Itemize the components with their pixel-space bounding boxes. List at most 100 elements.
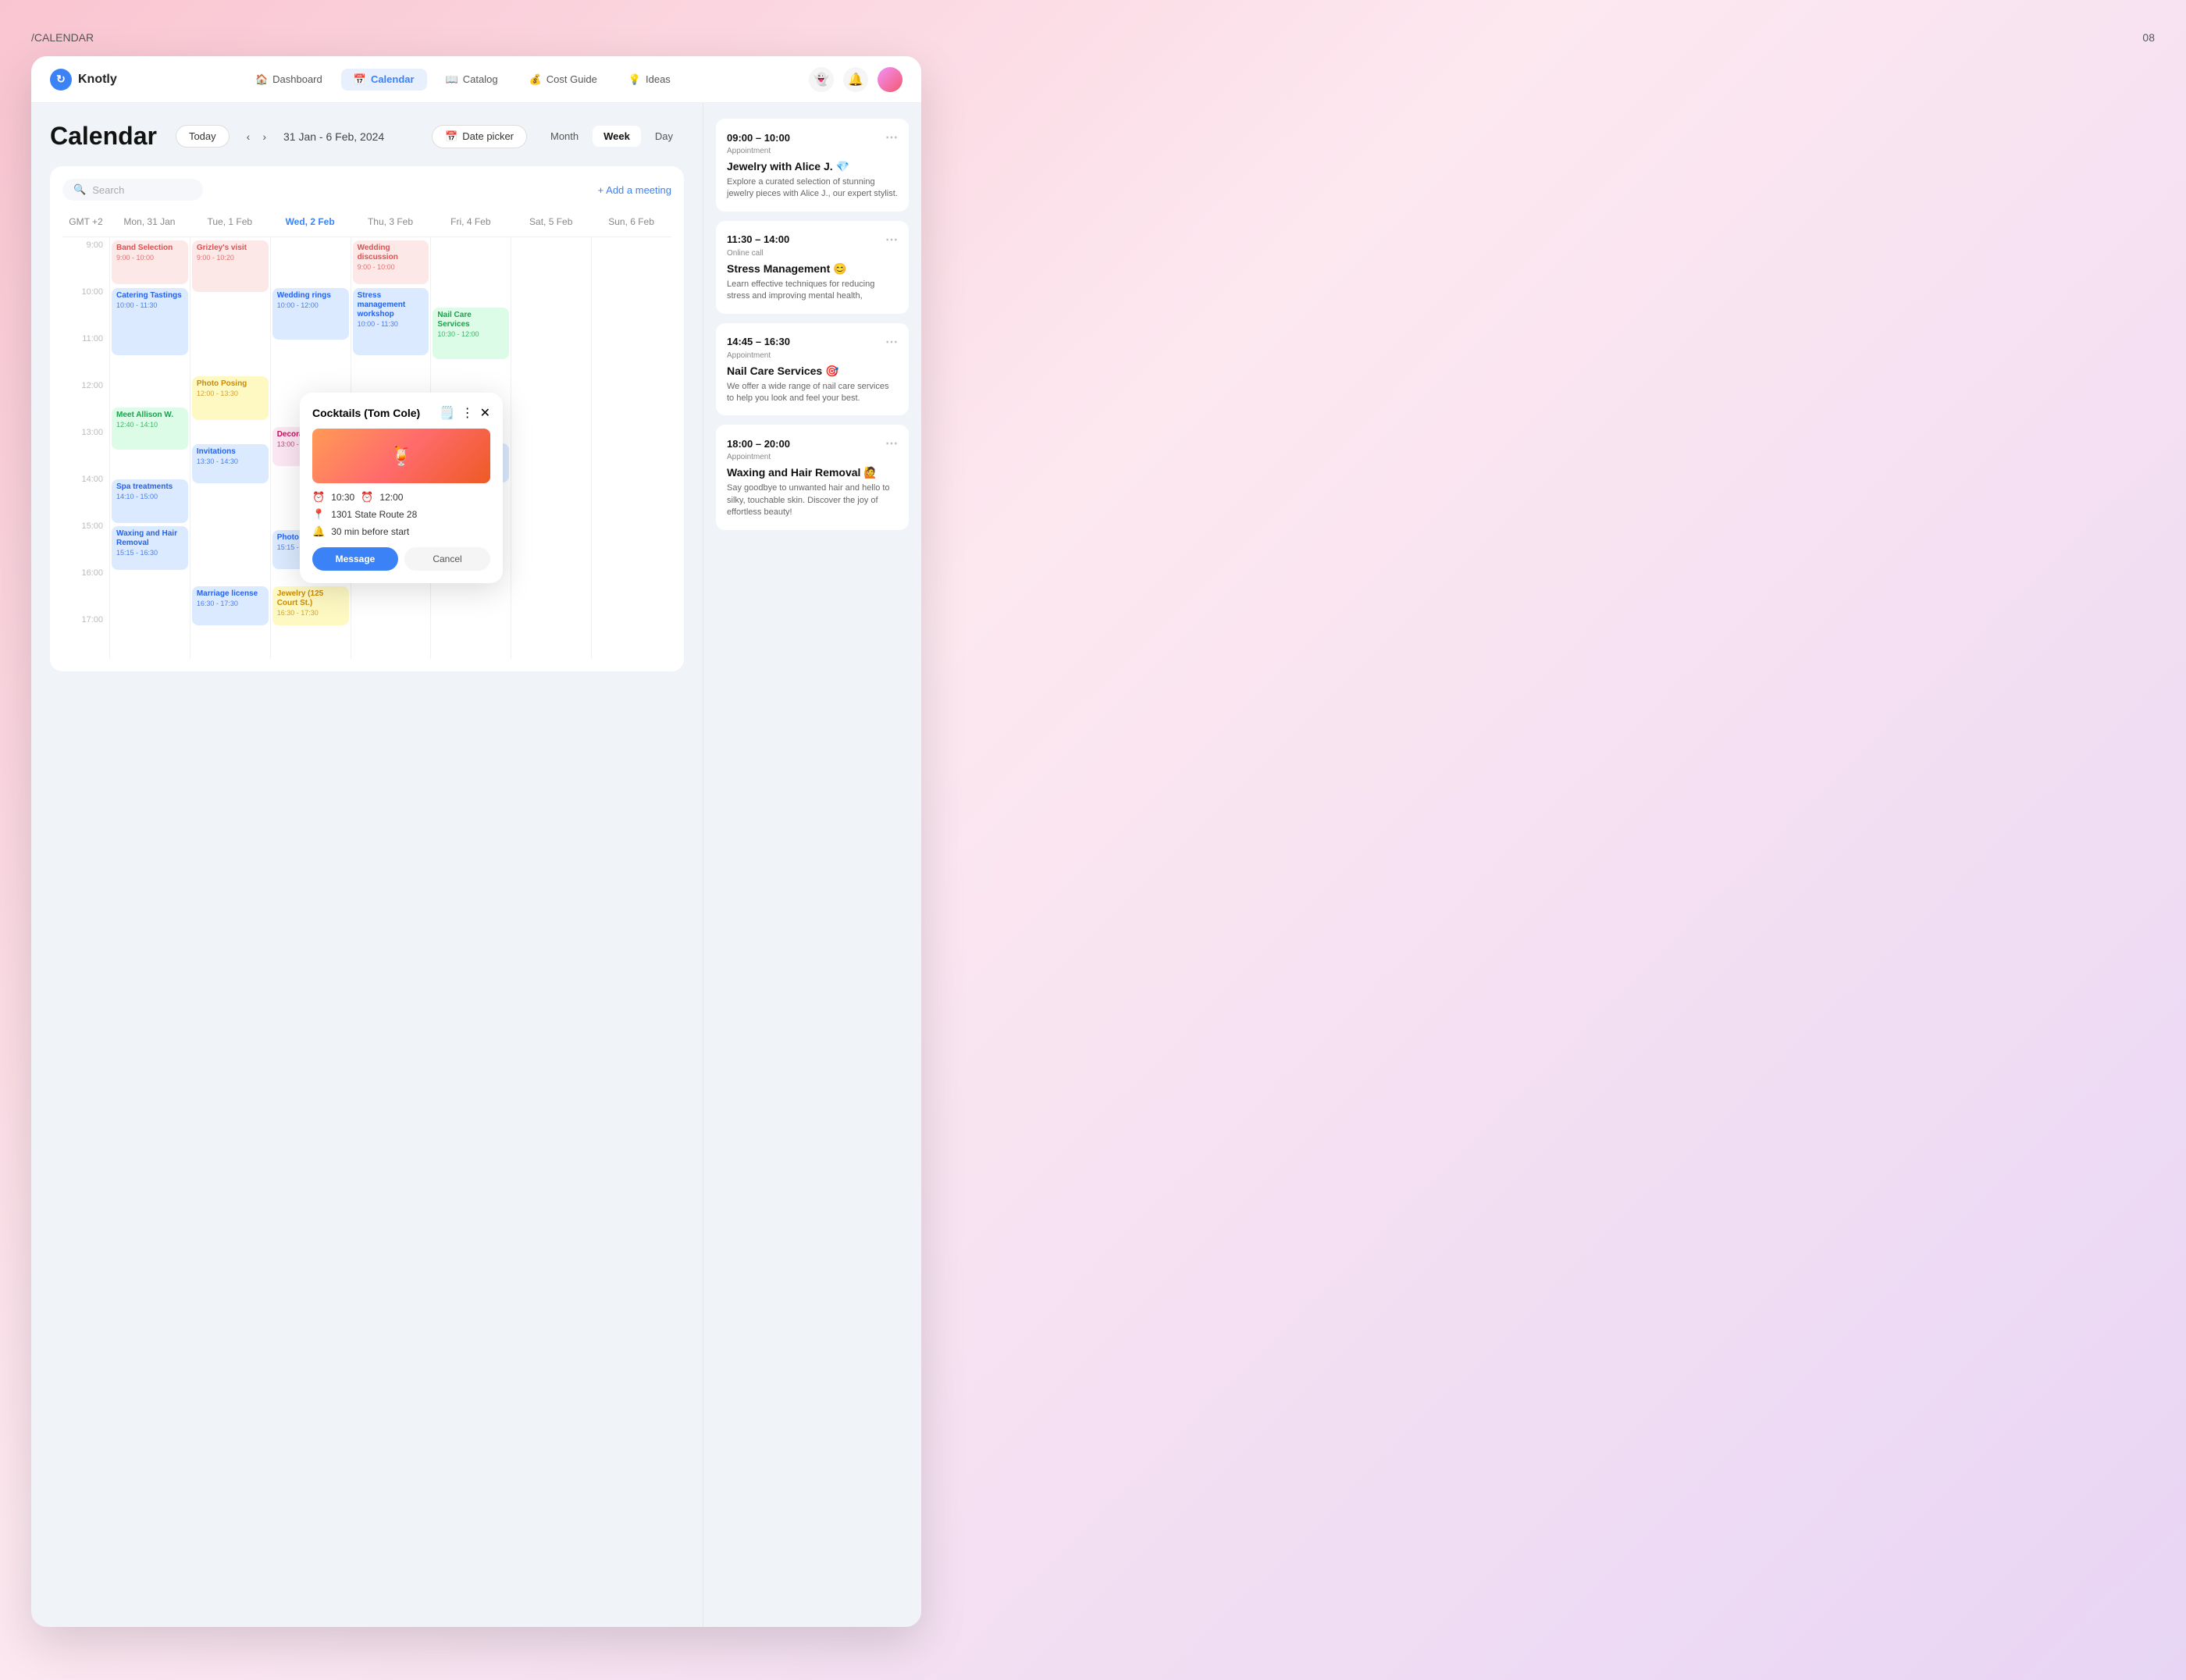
next-button[interactable]: › bbox=[258, 127, 271, 146]
brand-icon: ↻ bbox=[50, 69, 72, 91]
tab-week[interactable]: Week bbox=[593, 126, 641, 147]
popup-location-row: 📍 1301 State Route 28 bbox=[312, 508, 490, 521]
time-column: 9:00 10:00 11:00 12:00 13:00 14:00 15:00… bbox=[62, 237, 109, 659]
popup-time-row: ⏰ 10:30 ⏰ 12:00 bbox=[312, 491, 490, 504]
event-invitations[interactable]: Invitations 13:30 - 14:30 bbox=[192, 444, 269, 483]
popup-image: 🍹 bbox=[312, 429, 490, 483]
bell-icon: 🔔 bbox=[312, 525, 325, 538]
event-jewelry-court[interactable]: Jewelry (125 Court St.) 16:30 - 17:30 bbox=[272, 586, 349, 625]
panel-event-3: 18:00 – 20:00 ⋯ Appointment Waxing and H… bbox=[716, 425, 909, 529]
page-number: 08 bbox=[2142, 31, 2155, 44]
panel-event-desc-0: Explore a curated selection of stunning … bbox=[727, 176, 898, 201]
nav-cost-guide[interactable]: 💰 Cost Guide bbox=[517, 69, 610, 91]
search-box[interactable]: 🔍 Search bbox=[62, 179, 203, 201]
panel-event-time-2: 14:45 – 16:30 ⋯ bbox=[727, 334, 898, 350]
grid-header: GMT +2 Mon, 31 Jan Tue, 1 Feb Wed, 2 Feb… bbox=[62, 213, 671, 237]
panel-event-title-1: Stress Management 😊 bbox=[727, 262, 898, 276]
event-wedding-rings[interactable]: Wedding rings 10:00 - 12:00 bbox=[272, 288, 349, 340]
calendar-title: Calendar bbox=[50, 122, 157, 151]
event-waxing[interactable]: Waxing and Hair Removal 15:15 - 16:30 bbox=[112, 526, 188, 570]
time-16: 16:00 bbox=[62, 565, 109, 612]
clock-end-icon: ⏰ bbox=[361, 491, 373, 504]
panel-event-time-0: 09:00 – 10:00 ⋯ bbox=[727, 130, 898, 145]
main-content: Calendar Today ‹ › 31 Jan - 6 Feb, 2024 … bbox=[31, 103, 921, 1627]
popup-actions: 🗒️ ⋮ ✕ bbox=[440, 405, 490, 421]
ghost-icon[interactable]: 👻 bbox=[809, 67, 834, 92]
popup-reminder-row: 🔔 30 min before start bbox=[312, 525, 490, 538]
add-meeting-button[interactable]: + Add a meeting bbox=[598, 184, 671, 196]
nav-calendar[interactable]: 📅 Calendar bbox=[341, 69, 427, 91]
nav-catalog[interactable]: 📖 Catalog bbox=[433, 69, 511, 91]
avatar[interactable] bbox=[878, 67, 903, 92]
tab-day[interactable]: Day bbox=[644, 126, 684, 147]
copy-icon[interactable]: 🗒️ bbox=[440, 405, 455, 421]
popup-time-end: 12:00 bbox=[379, 492, 403, 503]
panel-event-title-2: Nail Care Services 🎯 bbox=[727, 365, 898, 378]
close-icon[interactable]: ✕ bbox=[480, 405, 490, 421]
date-picker-button[interactable]: 📅 Date picker bbox=[432, 125, 527, 148]
panel-event-title-0: Jewelry with Alice J. 💎 bbox=[727, 160, 898, 173]
time-14: 14:00 bbox=[62, 472, 109, 518]
event-spa[interactable]: Spa treatments 14:10 - 15:00 bbox=[112, 479, 188, 523]
panel-event-type-1: Online call bbox=[727, 249, 898, 258]
day-col-sat bbox=[511, 237, 591, 659]
time-17: 17:00 bbox=[62, 612, 109, 659]
gmt-label: GMT +2 bbox=[62, 213, 109, 230]
today-button[interactable]: Today bbox=[176, 125, 230, 148]
event-photo-posing[interactable]: Photo Posing 12:00 - 13:30 bbox=[192, 376, 269, 420]
panel-event-type-0: Appointment bbox=[727, 147, 898, 155]
panel-event-time-1: 11:30 – 14:00 ⋯ bbox=[727, 232, 898, 247]
event-wedding-discussion[interactable]: Wedding discussion 9:00 - 10:00 bbox=[353, 240, 429, 284]
popup-reminder: 30 min before start bbox=[331, 526, 409, 537]
day-header-2: Wed, 2 Feb bbox=[270, 213, 351, 230]
panel-event-0: 09:00 – 10:00 ⋯ Appointment Jewelry with… bbox=[716, 119, 909, 212]
event-popup: Cocktails (Tom Cole) 🗒️ ⋮ ✕ 🍹 ⏰ 10:30 ⏰ … bbox=[300, 393, 503, 583]
tab-month[interactable]: Month bbox=[539, 126, 589, 147]
event-grizley[interactable]: Grizley's visit 9:00 - 10:20 bbox=[192, 240, 269, 292]
popup-location: 1301 State Route 28 bbox=[331, 509, 417, 520]
time-13: 13:00 bbox=[62, 425, 109, 472]
panel-event-desc-2: We offer a wide range of nail care servi… bbox=[727, 381, 898, 405]
event-stress-mgmt[interactable]: Stress management workshop 10:00 - 11:30 bbox=[353, 288, 429, 355]
popup-title: Cocktails (Tom Cole) bbox=[312, 407, 420, 419]
nav-dashboard[interactable]: 🏠 Dashboard bbox=[243, 69, 335, 91]
message-button[interactable]: Message bbox=[312, 547, 398, 571]
more-options-3[interactable]: ⋯ bbox=[885, 436, 898, 451]
brand-name: Knotly bbox=[78, 73, 117, 87]
date-range: 31 Jan - 6 Feb, 2024 bbox=[283, 130, 384, 143]
more-options-1[interactable]: ⋯ bbox=[885, 232, 898, 247]
event-meet-allison[interactable]: Meet Allison W. 12:40 - 14:10 bbox=[112, 408, 188, 450]
notification-icon[interactable]: 🔔 bbox=[843, 67, 868, 92]
event-band-selection[interactable]: Band Selection 9:00 - 10:00 bbox=[112, 240, 188, 284]
more-icon[interactable]: ⋮ bbox=[461, 405, 474, 421]
nav-ideas[interactable]: 💡 Ideas bbox=[616, 69, 683, 91]
panel-event-time-3: 18:00 – 20:00 ⋯ bbox=[727, 436, 898, 451]
brand[interactable]: ↻ Knotly bbox=[50, 69, 117, 91]
view-tabs: Month Week Day bbox=[539, 126, 684, 147]
nav-right: 👻 🔔 bbox=[809, 67, 903, 92]
right-panel: 09:00 – 10:00 ⋯ Appointment Jewelry with… bbox=[703, 103, 921, 1627]
calendar-area: Calendar Today ‹ › 31 Jan - 6 Feb, 2024 … bbox=[31, 103, 703, 1627]
panel-event-1: 11:30 – 14:00 ⋯ Online call Stress Manag… bbox=[716, 221, 909, 314]
nav-links: 🏠 Dashboard 📅 Calendar 📖 Catalog 💰 Cost … bbox=[142, 69, 784, 91]
event-catering[interactable]: Catering Tastings 10:00 - 11:30 bbox=[112, 288, 188, 355]
time-12: 12:00 bbox=[62, 378, 109, 425]
day-header-6: Sun, 6 Feb bbox=[591, 213, 671, 230]
popup-buttons: Message Cancel bbox=[312, 547, 490, 571]
more-options-2[interactable]: ⋯ bbox=[885, 334, 898, 350]
day-col-sun bbox=[591, 237, 671, 659]
time-10: 10:00 bbox=[62, 284, 109, 331]
more-options-0[interactable]: ⋯ bbox=[885, 130, 898, 145]
location-icon: 📍 bbox=[312, 508, 325, 521]
nav-arrows: ‹ › bbox=[242, 127, 271, 146]
event-nail-care[interactable]: Nail Care Services 10:30 - 12:00 bbox=[433, 308, 509, 359]
time-15: 15:00 bbox=[62, 518, 109, 565]
panel-event-desc-3: Say goodbye to unwanted hair and hello t… bbox=[727, 482, 898, 518]
search-add-row: 🔍 Search + Add a meeting bbox=[62, 179, 671, 201]
cancel-button[interactable]: Cancel bbox=[404, 547, 490, 571]
prev-button[interactable]: ‹ bbox=[242, 127, 255, 146]
day-col-tue: Grizley's visit 9:00 - 10:20 Photo Posin… bbox=[190, 237, 270, 659]
panel-event-type-3: Appointment bbox=[727, 453, 898, 461]
event-marriage-license[interactable]: Marriage license 16:30 - 17:30 bbox=[192, 586, 269, 625]
time-9: 9:00 bbox=[62, 237, 109, 284]
